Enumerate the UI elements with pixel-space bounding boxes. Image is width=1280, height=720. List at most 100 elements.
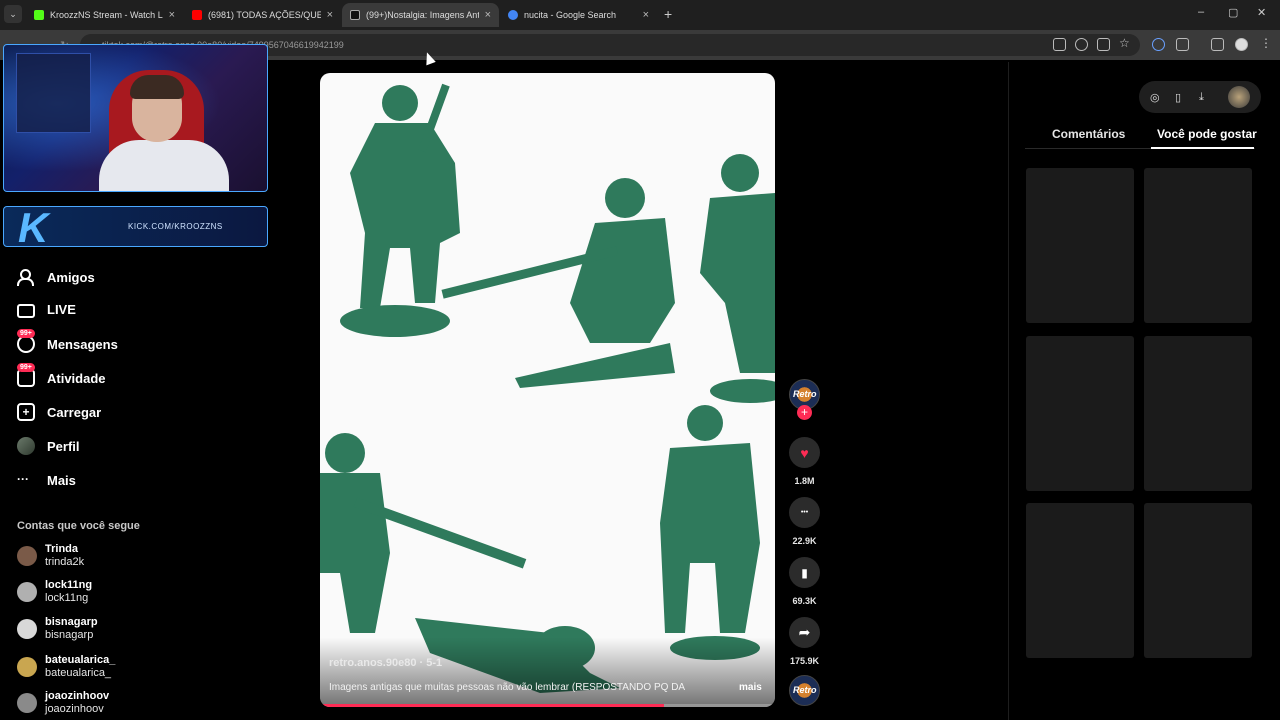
- account-name: bateualarica_: [45, 654, 116, 666]
- account-avatar: [17, 582, 37, 602]
- upload-icon: +: [17, 403, 35, 421]
- close-tab-icon[interactable]: ×: [485, 9, 491, 21]
- following-account[interactable]: bateualarica_ bateualarica_: [17, 654, 115, 680]
- suggested-video-thumbnail[interactable]: [1144, 503, 1252, 658]
- user-avatar[interactable]: [1228, 86, 1250, 108]
- save-button[interactable]: ▮: [789, 557, 820, 588]
- minimize-button[interactable]: –: [1198, 6, 1204, 18]
- bookmark-icon: ▮: [801, 565, 808, 580]
- youtube-favicon-icon: [192, 10, 202, 20]
- activity-badge: 99+: [17, 363, 35, 372]
- video-progress-fill: [320, 704, 664, 707]
- suggested-video-thumbnail[interactable]: [1144, 168, 1252, 323]
- suggested-video-thumbnail[interactable]: [1026, 168, 1134, 323]
- comment-button[interactable]: •••: [789, 497, 820, 528]
- sidebar-item-label: Atividade: [47, 370, 106, 386]
- browser-tab[interactable]: nucita - Google Search ×: [500, 3, 657, 27]
- close-tab-icon[interactable]: ×: [169, 9, 175, 21]
- following-account[interactable]: joaozinhoov joaozinhoov: [17, 690, 109, 716]
- google-favicon-icon: [508, 10, 518, 20]
- tab-title: (99+)Nostalgia: Imagens Antig: [366, 10, 479, 20]
- translate-icon[interactable]: [1053, 38, 1066, 51]
- coins-icon[interactable]: ◎: [1150, 91, 1160, 104]
- bookmark-star-icon[interactable]: ☆: [1119, 36, 1132, 50]
- following-account[interactable]: Trinda trinda2k: [17, 543, 84, 569]
- media-controls-icon[interactable]: [1211, 38, 1224, 51]
- people-icon: [17, 268, 35, 286]
- kick-url: KICK.COM/KROOZZNS: [128, 222, 223, 231]
- kick-channel-banner: K KICK.COM/KROOZZNS: [3, 206, 268, 247]
- sidebar-item-label: Perfil: [47, 438, 80, 454]
- sidebar-item-atividade[interactable]: 99+ Atividade: [17, 363, 106, 387]
- sidebar-item-mais[interactable]: ··· Mais: [17, 471, 76, 489]
- extensions-puzzle-icon[interactable]: [1176, 38, 1189, 51]
- extension-icon[interactable]: [1152, 38, 1165, 51]
- activity-icon: 99+: [17, 363, 35, 387]
- webcam-overlay: [3, 44, 268, 192]
- share-arrow-icon: ➦: [798, 624, 811, 640]
- mobile-app-icon[interactable]: ▯: [1175, 91, 1181, 104]
- following-account[interactable]: bisnagarp bisnagarp: [17, 616, 98, 642]
- browser-tab[interactable]: (6981) TODAS AÇÕES/QUEBRA ×: [184, 3, 341, 27]
- browser-tab[interactable]: KroozzNS Stream - Watch Live ×: [26, 3, 183, 27]
- kick-logo: K: [18, 206, 49, 247]
- more-icon: ···: [17, 472, 29, 486]
- sidebar-item-mensagens[interactable]: 99+ Mensagens: [17, 329, 118, 353]
- account-name: lock11ng: [45, 579, 93, 591]
- account-avatar: [17, 546, 37, 566]
- zoom-icon[interactable]: [1075, 38, 1088, 51]
- share-button[interactable]: ➦: [789, 617, 820, 648]
- sound-avatar[interactable]: Retro: [789, 675, 820, 706]
- browser-menu-icon[interactable]: ⋮: [1260, 36, 1273, 50]
- video-player[interactable]: retro.anos.90e80 · 5-1 Imagens antigas q…: [320, 73, 775, 707]
- like-button[interactable]: ♥: [789, 437, 820, 468]
- profile-icon[interactable]: [1235, 38, 1248, 51]
- close-window-button[interactable]: ✕: [1257, 6, 1266, 19]
- tab-search-chevron-icon[interactable]: ⌄: [4, 5, 22, 23]
- video-frame-army-men: [320, 83, 775, 693]
- maximize-button[interactable]: ▢: [1228, 6, 1238, 19]
- tab-title: KroozzNS Stream - Watch Live: [50, 10, 163, 20]
- save-count: 69.3K: [792, 596, 817, 606]
- suggested-video-thumbnail[interactable]: [1026, 503, 1134, 658]
- download-icon[interactable]: ⤓: [1199, 91, 1204, 104]
- profile-avatar-icon: [17, 437, 35, 455]
- caption-more-link[interactable]: mais: [739, 682, 762, 693]
- comment-bubble-icon: •••: [800, 509, 809, 516]
- following-account[interactable]: lock11ng lock11ng: [17, 579, 92, 605]
- account-name: bisnagarp: [45, 616, 98, 628]
- tab-voce-pode-gostar[interactable]: Você pode gostar: [1157, 127, 1257, 141]
- streamer-shirt: [99, 140, 229, 191]
- messages-icon: 99+: [17, 329, 35, 353]
- follow-creator-button[interactable]: +: [797, 405, 812, 420]
- account-handle: trinda2k: [45, 556, 85, 568]
- video-author[interactable]: retro.anos.90e80 · 5-1: [329, 657, 442, 669]
- video-progress-bar[interactable]: [320, 704, 775, 707]
- sidebar-item-live[interactable]: LIVE: [17, 301, 76, 318]
- sidebar-item-perfil[interactable]: Perfil: [17, 437, 80, 455]
- close-tab-icon[interactable]: ×: [643, 9, 649, 21]
- sidebar-item-carregar[interactable]: + Carregar: [17, 403, 101, 421]
- sidebar-item-label: Amigos: [47, 269, 95, 285]
- account-avatar: [17, 619, 37, 639]
- suggested-video-thumbnail[interactable]: [1144, 336, 1252, 491]
- account-handle: bisnagarp: [45, 629, 94, 641]
- account-avatar: [17, 657, 37, 677]
- suggested-video-thumbnail[interactable]: [1026, 336, 1134, 491]
- like-count: 1.8M: [794, 476, 815, 486]
- browser-tab-active[interactable]: (99+)Nostalgia: Imagens Antig ×: [342, 3, 499, 27]
- active-tab-indicator: [1151, 147, 1254, 149]
- sidebar-item-label: Mensagens: [47, 336, 118, 352]
- streamer-hair: [130, 75, 184, 99]
- account-name: Trinda: [45, 543, 79, 555]
- account-name: joaozinhoov: [45, 690, 110, 702]
- close-tab-icon[interactable]: ×: [327, 9, 333, 21]
- account-handle: lock11ng: [45, 592, 89, 604]
- account-avatar: [17, 693, 37, 713]
- install-app-icon[interactable]: [1097, 38, 1110, 51]
- tab-comentarios[interactable]: Comentários: [1052, 127, 1125, 141]
- new-tab-button[interactable]: +: [664, 6, 672, 22]
- sidebar-item-amigos[interactable]: Amigos: [17, 268, 95, 286]
- kick-favicon-icon: [34, 10, 44, 20]
- live-tv-icon: [17, 304, 35, 318]
